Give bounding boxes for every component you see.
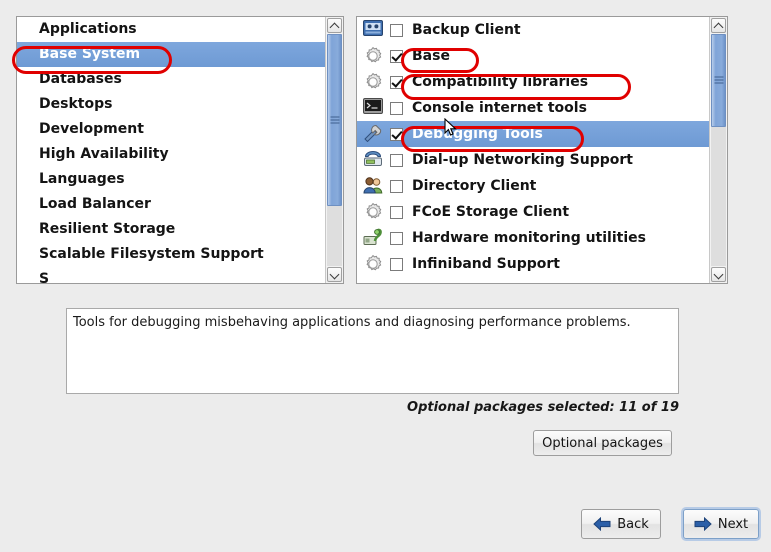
packages-scrollbar[interactable]	[709, 17, 727, 283]
package-row[interactable]: Debugging Tools	[357, 121, 709, 147]
package-group-row[interactable]: Load Balancer	[17, 192, 325, 217]
package-label: Compatibility libraries	[412, 74, 589, 90]
package-group-label: High Availability	[39, 146, 169, 162]
package-row[interactable]: Dial-up Networking Support	[357, 147, 709, 173]
package-description-box: Tools for debugging misbehaving applicat…	[66, 308, 679, 394]
package-group-row[interactable]: Resilient Storage	[17, 217, 325, 242]
package-label: Directory Client	[412, 178, 537, 194]
package-label: Debugging Tools	[412, 126, 543, 142]
package-checkbox[interactable]	[390, 205, 403, 219]
package-group-row[interactable]: Scalable Filesystem Support	[17, 242, 325, 267]
back-button[interactable]: Back	[581, 509, 661, 539]
package-checkbox[interactable]	[390, 75, 403, 89]
back-button-label: Back	[617, 516, 649, 532]
groups-scroll-thumb[interactable]	[327, 34, 342, 206]
groups-scroll-down-button[interactable]	[327, 267, 342, 282]
package-checkbox[interactable]	[390, 179, 403, 193]
packages-scroll-thumb[interactable]	[711, 34, 726, 127]
package-groups-panel[interactable]: Applications Base System Databases Desktops…	[16, 16, 344, 284]
package-label: Base	[412, 48, 450, 64]
optional-packages-count-label: Optional packages selected: 11 of 19	[407, 400, 679, 415]
gear-icon	[363, 46, 385, 66]
tools-icon	[363, 124, 385, 144]
package-group-row[interactable]: Base System	[17, 42, 325, 67]
package-checkbox[interactable]	[390, 23, 403, 37]
packages-scroll-track[interactable]	[711, 34, 726, 266]
groups-scroll-track[interactable]	[327, 34, 342, 266]
groups-scrollbar[interactable]	[325, 17, 343, 283]
package-row[interactable]: Directory Client	[357, 173, 709, 199]
package-group-row[interactable]: Development	[17, 117, 325, 142]
scroll-grip-icon	[330, 116, 339, 124]
groups-scroll-up-button[interactable]	[327, 18, 342, 33]
package-group-row[interactable]: S	[17, 267, 325, 283]
package-checkbox[interactable]	[390, 49, 403, 63]
packages-scroll-up-button[interactable]	[711, 18, 726, 33]
backup-device-icon	[363, 20, 385, 40]
package-group-row[interactable]: Desktops	[17, 92, 325, 117]
users-icon	[363, 176, 385, 196]
arrow-left-icon	[593, 517, 611, 531]
package-row[interactable]: Base	[357, 43, 709, 69]
package-group-label: Databases	[39, 71, 122, 87]
package-group-row[interactable]: Languages	[17, 167, 325, 192]
gear-icon	[363, 254, 385, 274]
package-row[interactable]: Hardware monitoring utilities	[357, 225, 709, 251]
package-checkbox[interactable]	[390, 257, 403, 271]
telephone-icon	[363, 150, 385, 170]
package-row[interactable]: Console internet tools	[357, 95, 709, 121]
package-group-label: S	[39, 271, 50, 283]
package-row[interactable]: Infiniband Support	[357, 251, 709, 277]
packages-list[interactable]: Backup Client Base Compatibility libraries…	[357, 17, 709, 283]
package-group-label: Development	[39, 121, 144, 137]
package-group-label: Load Balancer	[39, 196, 151, 212]
package-checkbox[interactable]	[390, 101, 403, 115]
terminal-icon	[363, 98, 385, 118]
hardware-monitor-icon	[363, 228, 385, 248]
package-group-label: Applications	[39, 21, 137, 37]
packages-scroll-down-button[interactable]	[711, 267, 726, 282]
optional-packages-button-label: Optional packages	[542, 435, 663, 451]
package-checkbox[interactable]	[390, 127, 403, 141]
next-button-label: Next	[717, 516, 749, 532]
package-checkbox[interactable]	[390, 231, 403, 245]
arrow-right-icon	[694, 517, 712, 531]
scroll-grip-icon	[714, 76, 723, 84]
package-group-label: Base System	[39, 46, 141, 62]
package-label: Backup Client	[412, 22, 521, 38]
package-row[interactable]: Backup Client	[357, 17, 709, 43]
package-checkbox[interactable]	[390, 153, 403, 167]
packages-panel[interactable]: Backup Client Base Compatibility libraries…	[356, 16, 728, 284]
next-button[interactable]: Next	[683, 509, 759, 539]
package-label: Console internet tools	[412, 100, 587, 116]
package-label: Infiniband Support	[412, 256, 560, 272]
package-label: Hardware monitoring utilities	[412, 230, 646, 246]
package-group-row[interactable]: High Availability	[17, 142, 325, 167]
package-group-label: Resilient Storage	[39, 221, 176, 237]
package-row[interactable]: FCoE Storage Client	[357, 199, 709, 225]
package-group-label: Desktops	[39, 96, 113, 112]
package-label: FCoE Storage Client	[412, 204, 570, 220]
package-group-row[interactable]: Databases	[17, 67, 325, 92]
package-groups-list[interactable]: Applications Base System Databases Desktops…	[17, 17, 325, 283]
package-description-text: Tools for debugging misbehaving applicat…	[73, 315, 631, 330]
package-group-label: Scalable Filesystem Support	[39, 246, 264, 262]
package-group-label: Languages	[39, 171, 125, 187]
package-label: Dial-up Networking Support	[412, 152, 633, 168]
package-group-row[interactable]: Applications	[17, 17, 325, 42]
gear-icon	[363, 72, 385, 92]
package-row[interactable]: Compatibility libraries	[357, 69, 709, 95]
optional-packages-button[interactable]: Optional packages	[533, 430, 672, 456]
gear-icon	[363, 202, 385, 222]
